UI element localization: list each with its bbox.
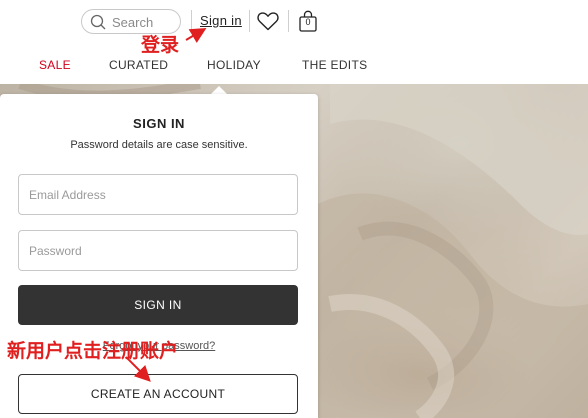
bag-count: 0 xyxy=(305,17,311,27)
heart-icon[interactable] xyxy=(257,11,279,31)
password-field[interactable] xyxy=(18,230,298,271)
nav-item-the-edits[interactable]: THE EDITS xyxy=(302,58,367,72)
register-annotation: 新用户点击注册账户 xyxy=(7,340,179,362)
header-divider xyxy=(288,10,289,32)
create-account-button[interactable]: CREATE AN ACCOUNT xyxy=(18,374,298,414)
nav-item-curated[interactable]: CURATED xyxy=(109,58,168,72)
panel-title: SIGN IN xyxy=(133,116,185,131)
sign-in-link[interactable]: Sign in xyxy=(200,13,242,28)
header-divider xyxy=(191,10,192,32)
login-annotation: 登录 xyxy=(141,34,180,56)
email-field[interactable] xyxy=(18,174,298,215)
nav-item-sale[interactable]: SALE xyxy=(39,58,71,72)
search-icon xyxy=(90,14,106,30)
site-header: Sign in 0 SALE CURATED HOLIDAY THE EDITS xyxy=(0,0,588,84)
password-note: Password details are case sensitive. xyxy=(70,139,248,151)
nav-item-holiday[interactable]: HOLIDAY xyxy=(207,58,261,72)
sign-in-panel: SIGN IN Password details are case sensit… xyxy=(0,94,318,418)
search-input[interactable] xyxy=(112,13,176,31)
sign-in-button[interactable]: SIGN IN xyxy=(18,285,298,325)
header-divider xyxy=(249,10,250,32)
